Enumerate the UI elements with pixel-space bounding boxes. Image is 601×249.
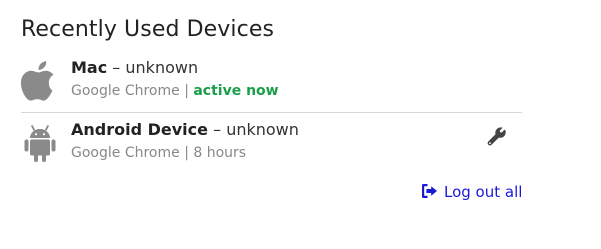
device-name: Mac — [71, 58, 108, 77]
wrench-icon[interactable] — [487, 127, 507, 147]
device-meta: Google Chrome | 8 hours — [71, 144, 451, 162]
device-row-mac: Mac – unknown Google Chrome | active now — [21, 58, 522, 108]
sign-out-icon — [421, 183, 438, 199]
android-icon — [21, 121, 59, 165]
device-status: unknown — [226, 120, 299, 139]
apple-icon — [21, 59, 59, 103]
device-name-separator: – — [213, 120, 222, 139]
device-title: Mac – unknown — [71, 58, 451, 78]
device-name-separator: – — [112, 58, 121, 77]
device-last-active: 8 hours — [193, 145, 247, 161]
device-browser: Google Chrome — [71, 145, 180, 161]
device-status: unknown — [125, 58, 199, 77]
device-info-mac: Mac – unknown Google Chrome | active now — [71, 58, 451, 100]
meta-separator: | — [184, 83, 189, 99]
meta-separator: | — [184, 145, 189, 161]
logout-all-link[interactable]: Log out all — [421, 183, 522, 201]
device-row-android: Android Device – unknown Google Chrome |… — [21, 120, 522, 170]
device-name: Android Device — [71, 120, 208, 139]
logout-all-label: Log out all — [444, 183, 523, 201]
device-browser: Google Chrome — [71, 83, 180, 99]
device-last-active: active now — [193, 83, 279, 99]
device-meta: Google Chrome | active now — [71, 82, 451, 100]
device-info-android: Android Device – unknown Google Chrome |… — [71, 120, 451, 162]
section-title: Recently Used Devices — [21, 17, 275, 42]
device-divider — [21, 112, 522, 113]
device-title: Android Device – unknown — [71, 120, 451, 140]
